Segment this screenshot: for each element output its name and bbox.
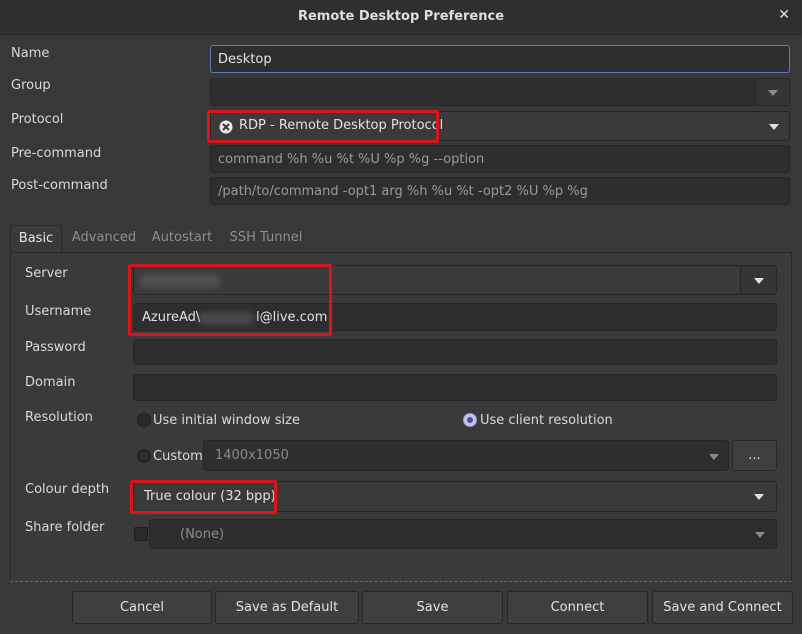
connect-button[interactable]: Connect	[507, 591, 648, 624]
save-and-connect-button[interactable]: Save and Connect	[652, 591, 793, 624]
res-initial-label[interactable]: Use initial window size	[153, 413, 300, 428]
protocol-label: Protocol	[11, 112, 64, 127]
chevron-down-icon	[754, 278, 764, 284]
radio-custom-resolution[interactable]	[137, 449, 151, 463]
server-label: Server	[25, 266, 68, 281]
res-custom-label[interactable]: Custom	[153, 449, 203, 464]
postcommand-placeholder: /path/to/command -opt1 arg %h %u %t -opt…	[218, 184, 588, 199]
radio-client-resolution[interactable]	[463, 413, 477, 427]
postcommand-label: Post-command	[11, 178, 108, 193]
tab-autostart[interactable]: Autostart	[146, 225, 218, 253]
domain-input[interactable]	[133, 374, 777, 401]
protocol-value: RDP - Remote Desktop Protocol	[239, 118, 444, 133]
password-label: Password	[25, 340, 86, 355]
server-dropdown-button[interactable]	[740, 265, 777, 295]
group-input[interactable]	[210, 78, 756, 106]
username-input[interactable]: AzureAd\ l@live.com	[133, 303, 777, 331]
share-folder-checkbox[interactable]	[134, 527, 148, 541]
res-client-label[interactable]: Use client resolution	[480, 413, 613, 428]
resolution-label: Resolution	[25, 410, 93, 425]
chevron-down-icon	[754, 494, 764, 500]
colour-depth-value: True colour (32 bpp)	[144, 489, 276, 504]
tab-basic[interactable]: Basic	[10, 225, 62, 253]
custom-resolution-select[interactable]: 1400x1050	[203, 440, 729, 471]
save-button[interactable]: Save	[362, 591, 503, 624]
radio-initial-window-size[interactable]	[137, 413, 151, 427]
name-value: Desktop	[218, 52, 272, 67]
group-dropdown-button[interactable]	[755, 78, 790, 106]
protocol-select[interactable]: RDP - Remote Desktop Protocol	[210, 111, 790, 141]
username-suffix: l@live.com	[256, 310, 328, 325]
resolution-more-button[interactable]: ...	[732, 440, 777, 471]
server-input[interactable]	[133, 265, 741, 295]
chevron-down-icon	[709, 454, 719, 460]
group-label: Group	[11, 78, 51, 93]
chevron-down-icon	[769, 124, 779, 130]
colour-depth-label: Colour depth	[25, 482, 110, 497]
precommand-input[interactable]: command %h %u %t %U %p %g --option	[210, 145, 790, 173]
tab-advanced[interactable]: Advanced	[66, 225, 142, 253]
redacted-server	[140, 274, 220, 288]
share-folder-value: (None)	[180, 527, 225, 542]
close-icon[interactable]: ✕	[778, 7, 790, 23]
title-bar: Remote Desktop Preference ✕	[0, 0, 802, 35]
username-prefix: AzureAd\	[142, 310, 201, 325]
name-input[interactable]: Desktop	[210, 45, 790, 73]
chevron-down-icon	[768, 90, 778, 96]
rdp-icon	[219, 120, 233, 134]
share-folder-select[interactable]: (None)	[149, 519, 777, 549]
save-as-default-button[interactable]: Save as Default	[215, 591, 359, 624]
precommand-label: Pre-command	[11, 146, 102, 161]
tab-ssh-tunnel[interactable]: SSH Tunnel	[224, 225, 308, 253]
share-folder-label: Share folder	[25, 520, 105, 535]
username-label: Username	[25, 304, 92, 319]
password-input[interactable]	[133, 339, 777, 365]
window-title: Remote Desktop Preference	[297, 9, 505, 24]
cancel-button[interactable]: Cancel	[72, 591, 212, 624]
domain-label: Domain	[25, 375, 76, 390]
chevron-down-icon	[755, 532, 765, 538]
redacted-username	[198, 312, 254, 325]
name-label: Name	[11, 46, 50, 61]
precommand-placeholder: command %h %u %t %U %p %g --option	[218, 152, 485, 167]
custom-resolution-value: 1400x1050	[215, 448, 289, 463]
colour-depth-select[interactable]: True colour (32 bpp)	[133, 481, 777, 512]
postcommand-input[interactable]: /path/to/command -opt1 arg %h %u %t -opt…	[210, 177, 790, 205]
